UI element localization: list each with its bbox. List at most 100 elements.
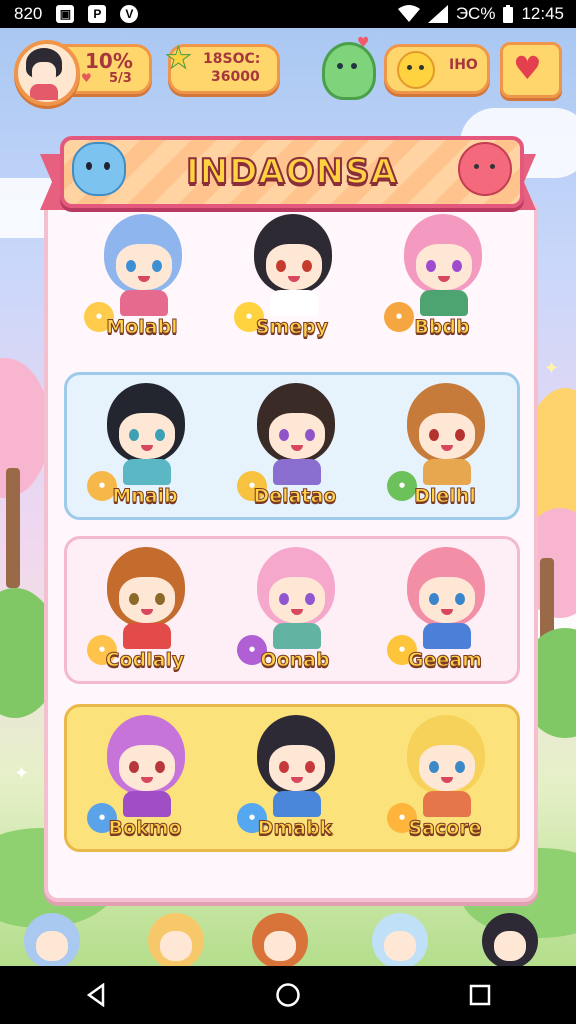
game-screen: ✦ ✦ ✦ 10% ♥ 5/3 ★ 18SOC: 36000 ♥ IHO ♥ <box>0 28 576 966</box>
heart-icon: ♥ <box>513 49 542 87</box>
character-outfit <box>423 791 471 817</box>
character-face <box>384 931 416 961</box>
recents-icon <box>469 984 491 1006</box>
battery-text: ЭС% <box>455 4 496 23</box>
bottom-character[interactable] <box>482 913 538 966</box>
character-face <box>269 413 325 459</box>
eye <box>305 761 315 773</box>
eye <box>129 593 139 605</box>
eye <box>276 260 286 272</box>
eye <box>305 593 315 605</box>
mouth <box>441 445 453 451</box>
eye <box>129 429 139 441</box>
tree-trunk <box>6 468 20 588</box>
bottom-character[interactable] <box>24 913 80 966</box>
bottom-character[interactable] <box>372 913 428 966</box>
home-button[interactable] <box>258 975 318 1015</box>
eye <box>426 260 436 272</box>
mouth <box>141 445 153 451</box>
character-card[interactable]: • Smepy <box>232 206 352 346</box>
eye <box>152 260 162 272</box>
coin-pill[interactable]: IHO <box>384 44 490 94</box>
character-card[interactable]: • Molabl <box>82 206 202 346</box>
recents-button[interactable] <box>450 975 510 1015</box>
character-card[interactable]: • Oonab <box>235 539 355 679</box>
eye <box>126 260 136 272</box>
character-card[interactable]: • Bokmo <box>85 707 205 847</box>
navigation-bar <box>0 966 576 1024</box>
red-mascot-icon <box>458 142 512 196</box>
character-row: • Molabl • Smepy • Bbdb <box>64 206 514 356</box>
clock: 12:45 <box>521 4 564 23</box>
character-card[interactable]: • Bbdb <box>382 206 502 346</box>
mouth <box>438 276 450 282</box>
eye <box>279 761 289 773</box>
eye <box>302 260 312 272</box>
bottom-character[interactable] <box>252 913 308 966</box>
mail-button[interactable]: ♥ <box>500 42 562 98</box>
eye <box>279 593 289 605</box>
star-sub-value: 36000 <box>211 69 260 85</box>
character-name: Delatao <box>253 485 337 508</box>
gallery-icon: ▣ <box>56 5 75 23</box>
heart-icon: ♥ <box>81 71 92 85</box>
currency-pill[interactable]: ★ 18SOC: 36000 <box>165 41 280 94</box>
character-name: Dmabk <box>257 817 333 840</box>
character-face <box>119 745 175 791</box>
character-face <box>494 931 526 961</box>
mouth <box>141 609 153 615</box>
mouth <box>291 609 303 615</box>
character-face <box>116 244 172 290</box>
wifi-icon <box>397 5 420 22</box>
back-icon <box>86 983 105 1007</box>
eye <box>155 429 165 441</box>
player-avatar[interactable] <box>14 40 80 106</box>
character-card[interactable]: • Sacore <box>385 707 505 847</box>
character-outfit <box>123 623 171 649</box>
eye <box>455 761 465 773</box>
character-name: Codlaly <box>105 649 185 672</box>
mouth <box>291 445 303 451</box>
eye <box>129 761 139 773</box>
mouth <box>441 609 453 615</box>
character-name: Mnaib <box>112 485 178 508</box>
green-mascot-icon[interactable]: ♥ <box>322 35 376 100</box>
star-value: 18SOC: <box>203 51 261 67</box>
character-card[interactable]: • Mnaib <box>85 375 205 515</box>
character-face <box>266 244 322 290</box>
bottom-character[interactable] <box>148 913 204 966</box>
character-card[interactable]: • Codlaly <box>85 539 205 679</box>
eye <box>429 429 439 441</box>
character-face <box>160 931 192 961</box>
character-card[interactable]: • Geeam <box>385 539 505 679</box>
character-outfit <box>123 459 171 485</box>
title-banner: INDAONSA <box>60 136 524 208</box>
eye <box>155 593 165 605</box>
character-row: • Bokmo • Dmabk • Sacore <box>64 704 520 852</box>
sparkle-icon: ✦ <box>14 763 30 784</box>
mouth <box>138 276 150 282</box>
character-outfit <box>123 791 171 817</box>
character-name: Oonab <box>260 649 330 672</box>
eye <box>429 761 439 773</box>
character-outfit <box>423 459 471 485</box>
character-card[interactable]: • Dmabk <box>235 707 355 847</box>
character-card[interactable]: • Delatao <box>235 375 355 515</box>
character-face <box>119 577 175 623</box>
level-sub-value: 5/3 <box>109 71 132 86</box>
banner-title: INDAONSA <box>185 151 398 193</box>
star-icon: ★ <box>165 41 193 77</box>
eye <box>452 260 462 272</box>
back-button[interactable] <box>66 975 126 1015</box>
character-name: Dlelhl <box>414 485 477 508</box>
eye <box>429 593 439 605</box>
v-app-icon: V <box>120 5 139 23</box>
character-face <box>269 577 325 623</box>
character-card[interactable]: • Dlelhl <box>385 375 505 515</box>
status-bar: 820 ▣ P V ЭС% 12:45 <box>0 0 576 28</box>
signal-icon <box>427 5 448 23</box>
level-value: 10% <box>85 49 133 73</box>
character-outfit <box>270 290 318 316</box>
character-face <box>419 413 475 459</box>
character-name: Bbdb <box>414 316 470 339</box>
